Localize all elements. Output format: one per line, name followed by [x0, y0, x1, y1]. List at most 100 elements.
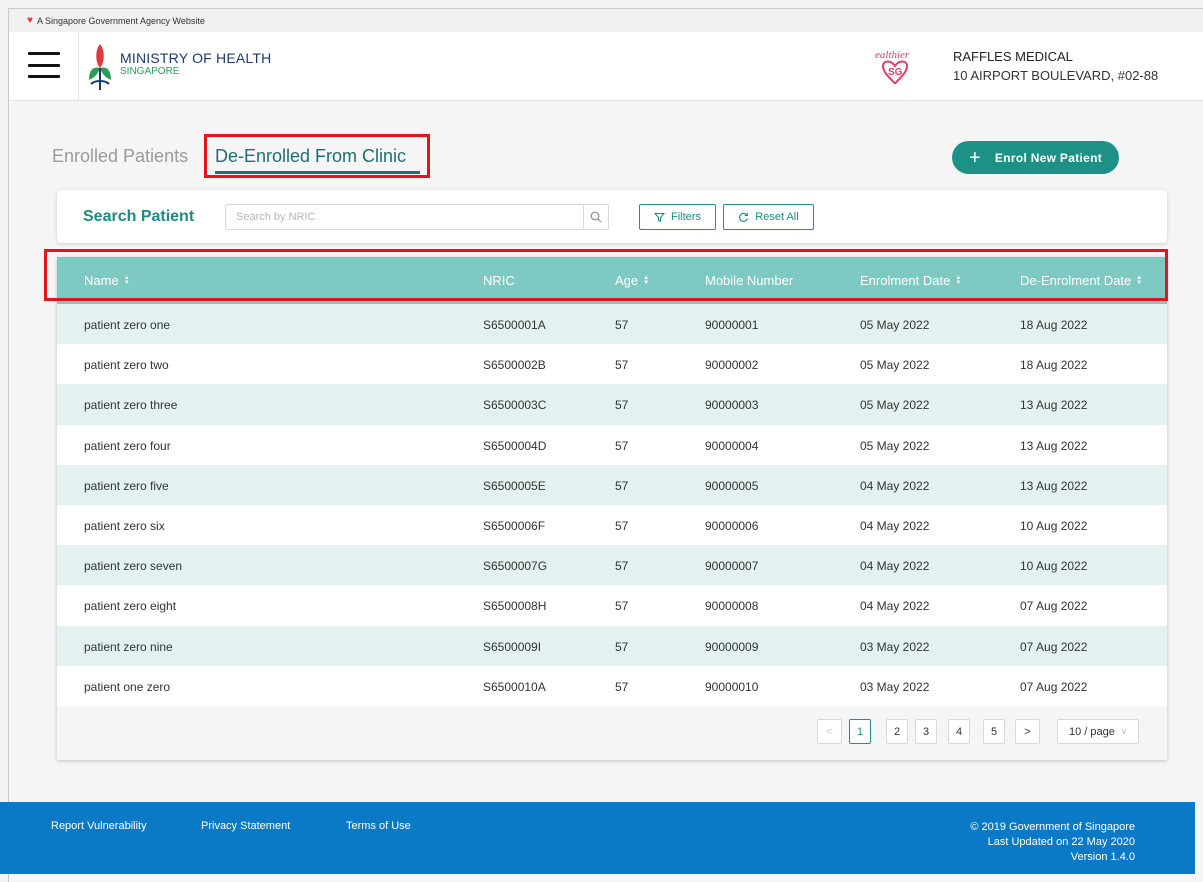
table-row[interactable]: patient one zero S6500010A 57 90000010 0…: [57, 665, 1167, 706]
highlight-box-table-header: [44, 249, 1168, 301]
highlight-box-tab: [204, 134, 430, 178]
cell-nric: S6500010A: [483, 679, 546, 694]
page-button-4[interactable]: 4: [948, 719, 970, 744]
footer-last-updated: Last Updated on 22 May 2020: [987, 836, 1135, 848]
enrol-new-patient-button[interactable]: + Enrol New Patient: [952, 141, 1119, 174]
cell-age: 57: [615, 438, 629, 453]
ministry-subtitle: SINGAPORE: [120, 66, 180, 77]
reset-all-button[interactable]: Reset All: [723, 204, 814, 230]
gov-agency-bar: ♥ A Singapore Government Agency Website: [9, 9, 1203, 32]
footer-info: © 2019 Government of Singapore Last Upda…: [970, 820, 1135, 865]
tab-enrolled-patients[interactable]: Enrolled Patients: [52, 146, 188, 167]
cell-enrolment-date: 03 May 2022: [860, 679, 930, 694]
cell-name: patient zero nine: [84, 639, 173, 654]
table-row[interactable]: patient zero nine S6500009I 57 90000009 …: [57, 625, 1167, 666]
cell-mobile: 90000004: [705, 438, 759, 453]
cell-de-enrolment-date: 07 Aug 2022: [1020, 599, 1088, 614]
cell-enrolment-date: 05 May 2022: [860, 398, 930, 413]
cell-nric: S6500004D: [483, 438, 547, 453]
cell-name: patient zero two: [84, 358, 169, 373]
table-row[interactable]: patient zero two S6500002B 57 90000002 0…: [57, 344, 1167, 385]
cell-name: patient zero eight: [84, 599, 177, 614]
cell-de-enrolment-date: 13 Aug 2022: [1020, 438, 1088, 453]
lion-head-icon: ♥: [27, 15, 33, 26]
reset-all-label: Reset All: [755, 211, 799, 223]
cell-de-enrolment-date: 18 Aug 2022: [1020, 358, 1088, 373]
reset-icon: [739, 212, 749, 222]
cell-age: 57: [615, 318, 629, 332]
search-nric-input[interactable]: [225, 204, 584, 230]
moh-logo-icon: [89, 44, 111, 90]
cell-nric: S6500007G: [483, 559, 548, 574]
filter-icon: [654, 212, 666, 222]
cell-de-enrolment-date: 10 Aug 2022: [1020, 518, 1088, 533]
cell-mobile: 90000003: [705, 398, 759, 413]
svg-text:SG: SG: [888, 67, 903, 78]
filters-button[interactable]: Filters: [639, 204, 716, 230]
cell-age: 57: [615, 358, 629, 373]
cell-enrolment-date: 05 May 2022: [860, 358, 930, 373]
cell-age: 57: [615, 599, 629, 614]
cell-age: 57: [615, 639, 629, 654]
cell-mobile: 90000002: [705, 358, 759, 373]
cell-name: patient zero three: [84, 398, 178, 413]
cell-enrolment-date: 05 May 2022: [860, 318, 930, 332]
clinic-address: 10 AIRPORT BOULEVARD, #02-88: [953, 68, 1159, 83]
site-header: MINISTRY OF HEALTH SINGAPORE ealthier SG…: [9, 32, 1203, 101]
cell-mobile: 90000010: [705, 679, 759, 694]
cell-de-enrolment-date: 07 Aug 2022: [1020, 679, 1088, 694]
cell-enrolment-date: 05 May 2022: [860, 438, 930, 453]
cell-de-enrolment-date: 07 Aug 2022: [1020, 639, 1088, 654]
cell-mobile: 90000006: [705, 518, 759, 533]
search-icon: [590, 211, 602, 223]
cell-nric: S6500005E: [483, 478, 546, 493]
clinic-name: RAFFLES MEDICAL: [953, 49, 1073, 64]
search-button[interactable]: [583, 204, 609, 230]
search-patient-label: Search Patient: [83, 208, 195, 225]
cell-enrolment-date: 04 May 2022: [860, 559, 930, 574]
page-button-3[interactable]: 3: [915, 719, 937, 744]
table-row[interactable]: patient zero six S6500006F 57 90000006 0…: [57, 504, 1167, 546]
table-row[interactable]: patient zero five S6500005E 57 90000005 …: [57, 464, 1167, 505]
chevron-right-icon[interactable]: >: [1015, 719, 1040, 744]
cell-nric: S6500002B: [483, 358, 546, 373]
cell-nric: S6500008H: [483, 599, 547, 614]
cell-enrolment-date: 04 May 2022: [860, 518, 930, 533]
page-button-5[interactable]: 5: [983, 719, 1005, 744]
cell-nric: S6500006F: [483, 518, 546, 533]
healthier-sg-logo-icon: ealthier SG: [875, 49, 910, 85]
cell-name: patient one zero: [84, 679, 171, 694]
pagination: < 1 2 3 4 5 > 10 / page ∨: [57, 706, 1167, 760]
cell-age: 57: [615, 518, 629, 533]
cell-nric: S6500009I: [483, 639, 542, 654]
table-row[interactable]: patient zero seven S6500007G 57 90000007…: [57, 545, 1167, 586]
enrol-new-patient-label: Enrol New Patient: [994, 150, 1103, 165]
page-size-value: 10 / page: [1069, 725, 1115, 738]
filters-label: Filters: [671, 211, 701, 223]
page-button-2[interactable]: 2: [886, 719, 908, 744]
plus-icon: +: [968, 146, 981, 169]
table-row[interactable]: patient zero eight S6500008H 57 90000008…: [57, 585, 1167, 626]
table-body: patient zero one S6500001A 57 90000001 0…: [57, 304, 1167, 706]
cell-mobile: 90000008: [705, 599, 759, 614]
chevron-left-icon[interactable]: <: [817, 719, 842, 744]
page-size-select[interactable]: 10 / page ∨: [1057, 719, 1139, 744]
hamburger-menu-icon[interactable]: [28, 52, 60, 78]
gov-agency-text: A Singapore Government Agency Website: [36, 15, 205, 26]
table-row[interactable]: patient zero three S6500003C 57 90000003…: [57, 384, 1167, 425]
table-row[interactable]: patient zero four S6500004D 57 90000004 …: [57, 424, 1167, 465]
footer-link-report-vulnerability[interactable]: Report Vulnerability: [51, 820, 147, 832]
cell-mobile: 90000007: [705, 559, 759, 574]
page-button-1[interactable]: 1: [849, 719, 871, 744]
header-divider: [78, 32, 79, 101]
svg-text:ealthier: ealthier: [875, 49, 910, 61]
footer-link-privacy-statement[interactable]: Privacy Statement: [201, 820, 290, 832]
cell-name: patient zero four: [84, 438, 171, 453]
footer-link-terms-of-use[interactable]: Terms of Use: [346, 820, 411, 832]
patients-table: Name ▲ ▼ NRIC Age ▲ ▼ Mobile Number Enrolm…: [57, 257, 1167, 760]
cell-enrolment-date: 04 May 2022: [860, 478, 930, 493]
footer-version: Version 1.4.0: [1070, 851, 1135, 863]
table-row[interactable]: patient zero one S6500001A 57 90000001 0…: [57, 304, 1167, 345]
chevron-down-icon: ∨: [1120, 726, 1128, 736]
cell-enrolment-date: 04 May 2022: [860, 599, 930, 614]
